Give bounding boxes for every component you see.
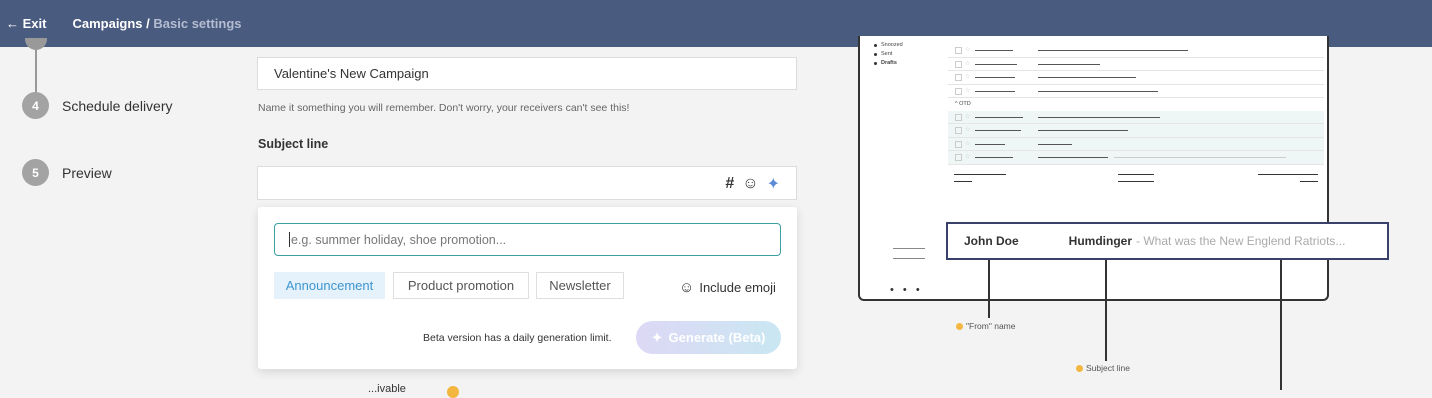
step-3-indicator	[25, 38, 47, 50]
from-pointer-line	[988, 260, 990, 318]
ai-sparkle-icon[interactable]: ✦	[767, 174, 780, 194]
campaign-name-input[interactable]: Valentine's New Campaign	[257, 57, 797, 90]
email-row: ☆	[948, 151, 1324, 165]
more-dots-icon: • • •	[890, 284, 923, 296]
beta-note: Beta version has a daily generation limi…	[423, 332, 612, 344]
section-row: ^ OTD	[955, 101, 971, 107]
text-caret	[289, 232, 290, 247]
email-row: ☆	[948, 137, 1324, 151]
include-emoji-label: Include emoji	[699, 280, 776, 295]
subject-line-input[interactable]: # ☺ ✦	[257, 166, 797, 200]
subject-preview: Humdinger	[1068, 234, 1133, 248]
footer-line	[954, 174, 1006, 175]
step-label: Schedule delivery	[62, 97, 173, 114]
footer-line	[1300, 181, 1318, 182]
footer-line	[1118, 174, 1154, 175]
callout-subject-line: Subject line	[1076, 363, 1130, 373]
callout-from-name: "From" name	[956, 321, 1016, 331]
subject-line-label: Subject line	[258, 137, 329, 151]
step-number: 5	[22, 159, 49, 186]
from-name-preview: John Doe	[964, 234, 1019, 248]
exit-button[interactable]: ← Exit	[6, 16, 46, 31]
inbox-row-highlight: John Doe Humdinger - What was the New En…	[946, 222, 1389, 260]
email-row: ☆	[948, 85, 1324, 98]
generate-button[interactable]: ✦ Generate (Beta)	[636, 321, 781, 354]
nav-item-sent: Sent	[874, 51, 892, 57]
next-section-fragment: ...ivable	[368, 383, 406, 395]
info-dot-icon	[447, 386, 459, 398]
callout-dot-icon	[1076, 364, 1083, 372]
nav-placeholder-line	[893, 248, 925, 249]
email-row: ☆	[948, 44, 1324, 58]
campaign-name-hint: Name it something you will remember. Don…	[258, 102, 630, 114]
email-row: ☆	[948, 110, 1324, 124]
email-rows: ☆ ☆ ☆ ☆ ^ OTD ☆ ☆ ☆ ☆	[948, 44, 1324, 165]
breadcrumb-campaigns[interactable]: Campaigns	[72, 16, 142, 31]
step-preview[interactable]: 5 Preview	[22, 159, 112, 186]
preview-pointer-line	[1280, 260, 1282, 390]
breadcrumb: Campaigns / Basic settings	[72, 16, 241, 31]
emoji-icon: ☺	[679, 279, 695, 296]
bullet-icon	[874, 61, 877, 65]
topic-placeholder: e.g. summer holiday, shoe promotion...	[291, 232, 507, 247]
nav-placeholder-line	[893, 258, 925, 259]
email-row: ☆	[948, 124, 1324, 138]
include-emoji-toggle[interactable]: ☺ Include emoji	[679, 279, 776, 296]
topic-input[interactable]: e.g. summer holiday, shoe promotion...	[274, 223, 781, 256]
chip-newsletter[interactable]: Newsletter	[536, 272, 624, 299]
step-number: 4	[22, 92, 49, 119]
hash-icon[interactable]: #	[725, 175, 734, 193]
step-schedule-delivery[interactable]: 4 Schedule delivery	[22, 92, 173, 119]
email-row: ☆	[948, 58, 1324, 71]
step-label: Preview	[62, 164, 112, 181]
bullet-icon	[874, 52, 877, 56]
nav-item-snoozed: Snoozed	[874, 42, 903, 48]
inbox-preview-mockup: Snoozed Sent Drafts ☆ ☆ ☆ ☆ ^ OTD ☆ ☆ ☆ …	[858, 36, 1329, 301]
breadcrumb-basic-settings: Basic settings	[153, 16, 242, 31]
sparkle-icon: ✦	[651, 329, 663, 345]
callout-dot-icon	[956, 322, 963, 330]
footer-line	[954, 181, 972, 182]
bullet-icon	[874, 43, 877, 47]
breadcrumb-separator: /	[142, 16, 154, 31]
chip-announcement[interactable]: Announcement	[274, 272, 385, 299]
email-row: ☆	[948, 71, 1324, 85]
footer-line	[1258, 174, 1318, 175]
nav-item-drafts: Drafts	[874, 60, 897, 66]
ai-subject-popup: e.g. summer holiday, shoe promotion... A…	[258, 207, 797, 369]
preview-text: - What was the New Englend Ratriots...	[1136, 234, 1346, 248]
emoji-icon[interactable]: ☺	[742, 175, 758, 193]
footer-line	[1118, 181, 1154, 182]
subject-pointer-line	[1105, 260, 1107, 361]
generate-label: Generate (Beta)	[668, 330, 766, 345]
subject-tools: # ☺ ✦	[725, 174, 780, 194]
chip-product-promotion[interactable]: Product promotion	[393, 272, 529, 299]
